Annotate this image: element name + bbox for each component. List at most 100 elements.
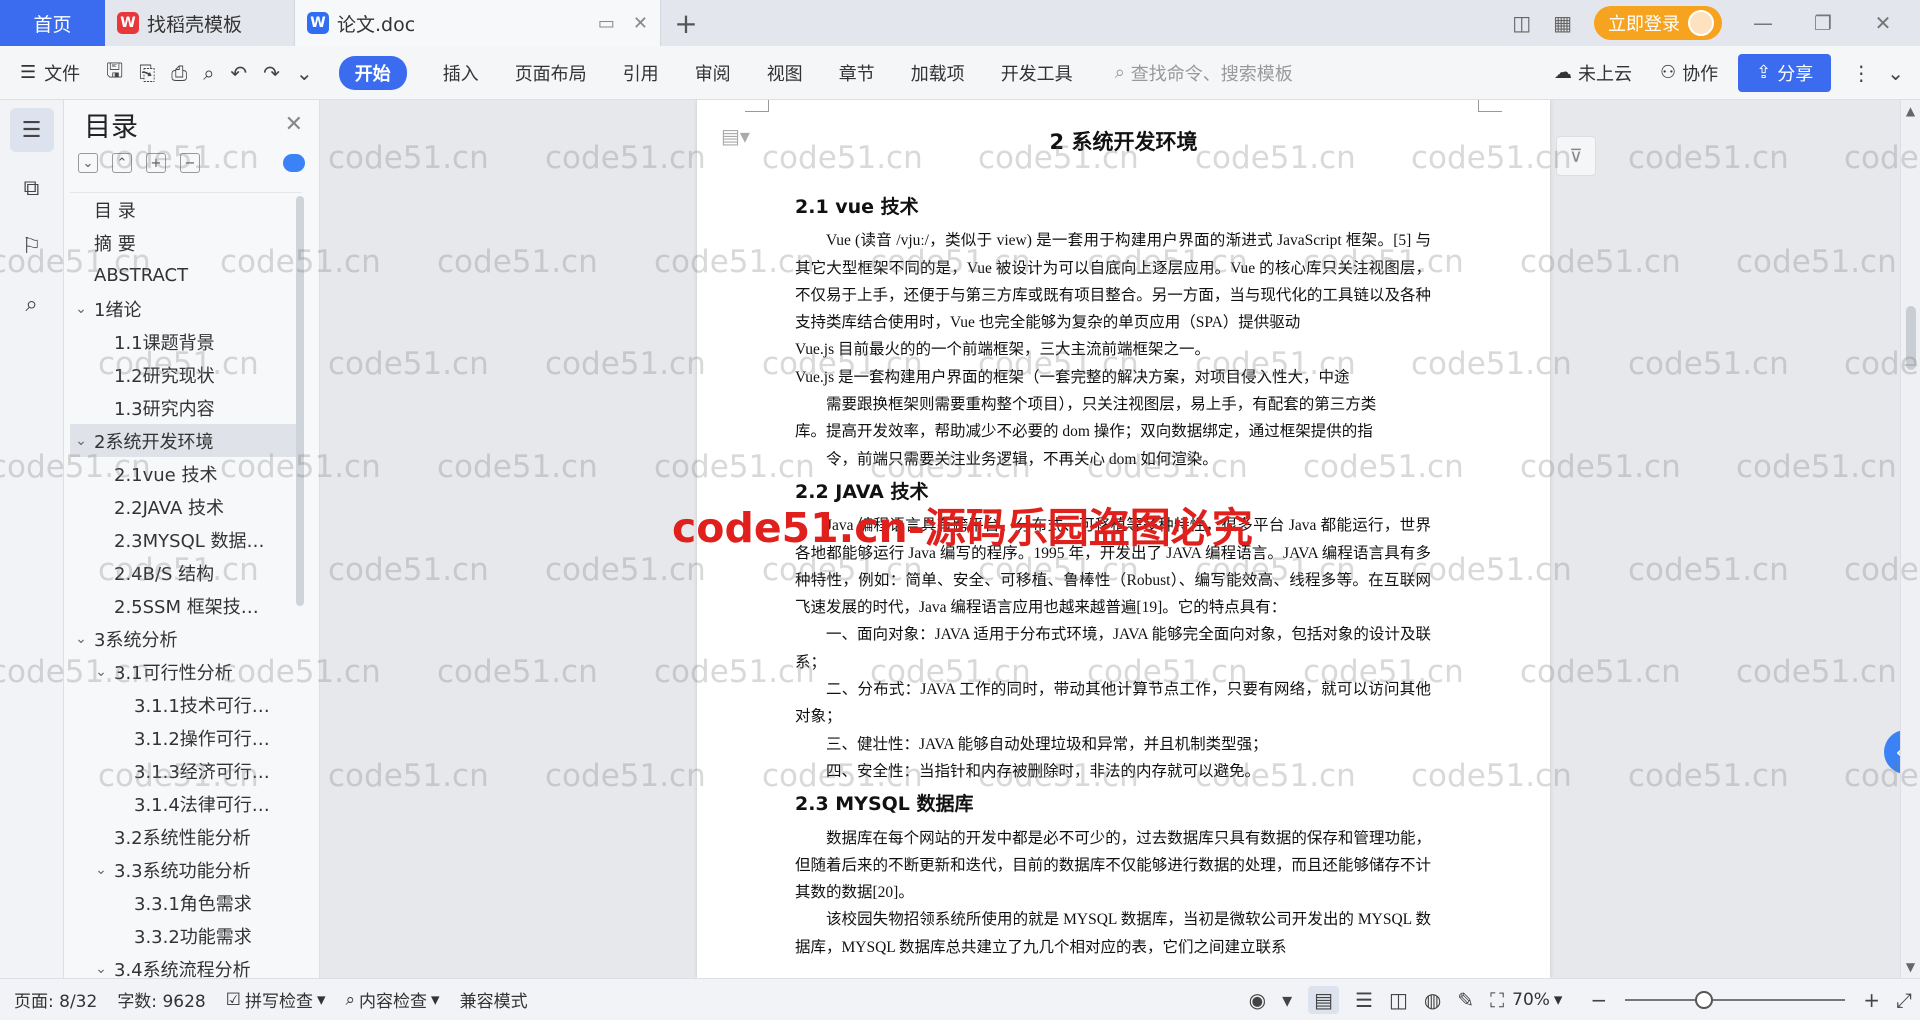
- close-tab-icon[interactable]: ✕: [633, 13, 648, 34]
- toc-item[interactable]: 1.2研究现状: [70, 358, 302, 391]
- toc-item[interactable]: 3.1.1技术可行…: [70, 688, 302, 721]
- collab-button[interactable]: ⚇ 协作: [1660, 60, 1718, 86]
- bookmark-icon[interactable]: ⚐: [10, 224, 54, 268]
- login-button[interactable]: 立即登录: [1594, 6, 1722, 40]
- zoom-out-icon[interactable]: −: [1590, 988, 1607, 1012]
- toc-item[interactable]: ⌄ 3.4系统流程分析: [70, 952, 302, 979]
- toc-item[interactable]: ⌄ 3.3系统功能分析: [70, 853, 302, 886]
- export-pdf-icon[interactable]: ⎘: [139, 61, 155, 85]
- tab-chapter[interactable]: 章节: [839, 60, 875, 86]
- remove-heading-icon[interactable]: −: [180, 153, 200, 173]
- zoom-level[interactable]: 70% ▾: [1512, 990, 1562, 1010]
- tab-review[interactable]: 审阅: [695, 60, 731, 86]
- chevron-down-icon[interactable]: ⌄: [72, 433, 90, 449]
- toc-item[interactable]: 3.2系统性能分析: [70, 820, 302, 853]
- page-tools-icon[interactable]: ⊽: [1556, 136, 1596, 176]
- close-window-icon[interactable]: ✕: [1864, 11, 1902, 35]
- tab-references[interactable]: 引用: [623, 60, 659, 86]
- undo-icon[interactable]: ↶: [230, 61, 247, 85]
- share-button[interactable]: ⇪ 分享: [1738, 53, 1832, 92]
- toc-item[interactable]: ABSTRACT: [70, 259, 302, 292]
- chevron-down-icon[interactable]: ▾: [1282, 988, 1292, 1012]
- navigation-icon[interactable]: ⧉: [10, 166, 54, 210]
- toc-item[interactable]: 3.1.2操作可行…: [70, 721, 302, 754]
- toc-item[interactable]: 3.1.3经济可行…: [70, 754, 302, 787]
- tab-page-layout[interactable]: 页面布局: [515, 60, 587, 86]
- scroll-down-icon[interactable]: ▼: [1901, 960, 1920, 974]
- collapse-ribbon-icon[interactable]: ⌄: [1887, 61, 1904, 85]
- tab-template[interactable]: W 找稻壳模板: [105, 0, 295, 46]
- find-icon[interactable]: ⌕: [10, 282, 54, 326]
- toc-panel-icon[interactable]: ☰: [9, 108, 54, 152]
- toc-item[interactable]: ⌄ 3.1可行性分析: [70, 655, 302, 688]
- word-count[interactable]: 字数: 9628: [117, 987, 205, 1012]
- collapse-all-icon[interactable]: ⌃: [112, 153, 132, 173]
- expand-all-icon[interactable]: ⌄: [78, 153, 98, 173]
- restore-icon[interactable]: ❐: [1804, 11, 1842, 35]
- apps-grid-icon[interactable]: ▦: [1553, 11, 1572, 35]
- toc-item[interactable]: ⌄ 1绪论: [70, 292, 302, 325]
- toc-item[interactable]: 3.1.4法律可行…: [70, 787, 302, 820]
- preview-icon[interactable]: ⌕: [203, 61, 214, 85]
- write-mode-icon[interactable]: ✎: [1457, 988, 1474, 1012]
- toc-item[interactable]: 2.1vue 技术: [70, 457, 302, 490]
- ai-assistant-icon[interactable]: [283, 154, 305, 172]
- print-icon[interactable]: ⎙: [171, 61, 187, 85]
- tab-home[interactable]: 首页: [0, 0, 105, 46]
- toc-item[interactable]: 1.1课题背景: [70, 325, 302, 358]
- page-view-icon[interactable]: ▤: [1308, 985, 1340, 1014]
- toc-item[interactable]: 2.5SSM 框架技…: [70, 589, 302, 622]
- zoom-slider[interactable]: [1625, 990, 1846, 1009]
- tab-start[interactable]: 开始: [338, 55, 407, 90]
- chevron-down-icon[interactable]: ⌄: [92, 961, 110, 977]
- web-view-icon[interactable]: ◍: [1424, 988, 1441, 1012]
- chevron-down-icon[interactable]: ⌄: [72, 301, 90, 317]
- save-icon[interactable]: 🖫: [106, 56, 123, 90]
- document-scrollbar[interactable]: ▲ ▼: [1900, 100, 1920, 978]
- toc-item[interactable]: 3.3.1角色需求: [70, 886, 302, 919]
- content-check[interactable]: ⌕ 内容检查 ▾: [346, 987, 440, 1013]
- scroll-thumb[interactable]: [1906, 306, 1916, 370]
- layout-icon[interactable]: ◫: [1512, 11, 1531, 35]
- new-tab-button[interactable]: +: [661, 0, 711, 46]
- command-search[interactable]: ⌕ 查找命令、搜索模板: [1115, 60, 1293, 86]
- side-panel-toggle-icon[interactable]: ‹: [1884, 730, 1900, 774]
- minimize-icon[interactable]: —: [1744, 11, 1782, 35]
- zoom-slider-thumb[interactable]: [1695, 990, 1714, 1009]
- toc-scrollbar[interactable]: [296, 196, 304, 606]
- toc-item[interactable]: 2.3MYSQL 数据…: [70, 523, 302, 556]
- close-icon[interactable]: ✕: [285, 112, 303, 137]
- toc-item[interactable]: 摘 要: [70, 226, 302, 259]
- chevron-down-icon[interactable]: ⌄: [72, 631, 90, 647]
- add-heading-icon[interactable]: +: [146, 153, 166, 173]
- cloud-status[interactable]: ☁ 未上云: [1554, 60, 1632, 86]
- more-icon[interactable]: ⋮: [1851, 61, 1871, 85]
- tab-developer[interactable]: 开发工具: [1001, 60, 1073, 86]
- tab-insert[interactable]: 插入: [443, 60, 479, 86]
- scroll-up-icon[interactable]: ▲: [1901, 104, 1920, 118]
- toc-item[interactable]: 目 录: [70, 193, 302, 226]
- tab-addins[interactable]: 加载项: [911, 60, 965, 86]
- toc-item[interactable]: 3.3.2功能需求: [70, 919, 302, 952]
- zoom-in-icon[interactable]: +: [1863, 988, 1880, 1012]
- chevron-down-icon[interactable]: ⌄: [92, 664, 110, 680]
- tab-view[interactable]: 视图: [767, 60, 803, 86]
- chevron-down-icon[interactable]: ⌄: [296, 61, 313, 85]
- spell-check[interactable]: ☑ 拼写检查 ▾: [226, 987, 326, 1013]
- chevron-down-icon[interactable]: ⌄: [92, 862, 110, 878]
- outline-view-icon[interactable]: ☰: [1355, 988, 1373, 1012]
- toc-item[interactable]: 2.2JAVA 技术: [70, 490, 302, 523]
- screen-icon[interactable]: ▭: [598, 13, 615, 34]
- toc-item[interactable]: ⌄ 2系统开发环境: [70, 424, 302, 457]
- toc-item[interactable]: 2.4B/S 结构: [70, 556, 302, 589]
- fullscreen-icon[interactable]: ⤢: [1896, 988, 1912, 1012]
- page-indicator[interactable]: 页面: 8/32: [14, 987, 97, 1012]
- file-menu[interactable]: ☰ 文件: [20, 60, 80, 86]
- reading-view-icon[interactable]: ◫: [1389, 988, 1408, 1012]
- tab-document[interactable]: W 论文.doc ▭ ✕: [295, 0, 661, 46]
- toc-item[interactable]: ⌄ 3系统分析: [70, 622, 302, 655]
- redo-icon[interactable]: ↷: [263, 61, 280, 85]
- fit-page-icon[interactable]: ⛶: [1490, 988, 1504, 1012]
- eye-protect-icon[interactable]: ◉: [1249, 988, 1266, 1012]
- toc-item[interactable]: 1.3研究内容: [70, 391, 302, 424]
